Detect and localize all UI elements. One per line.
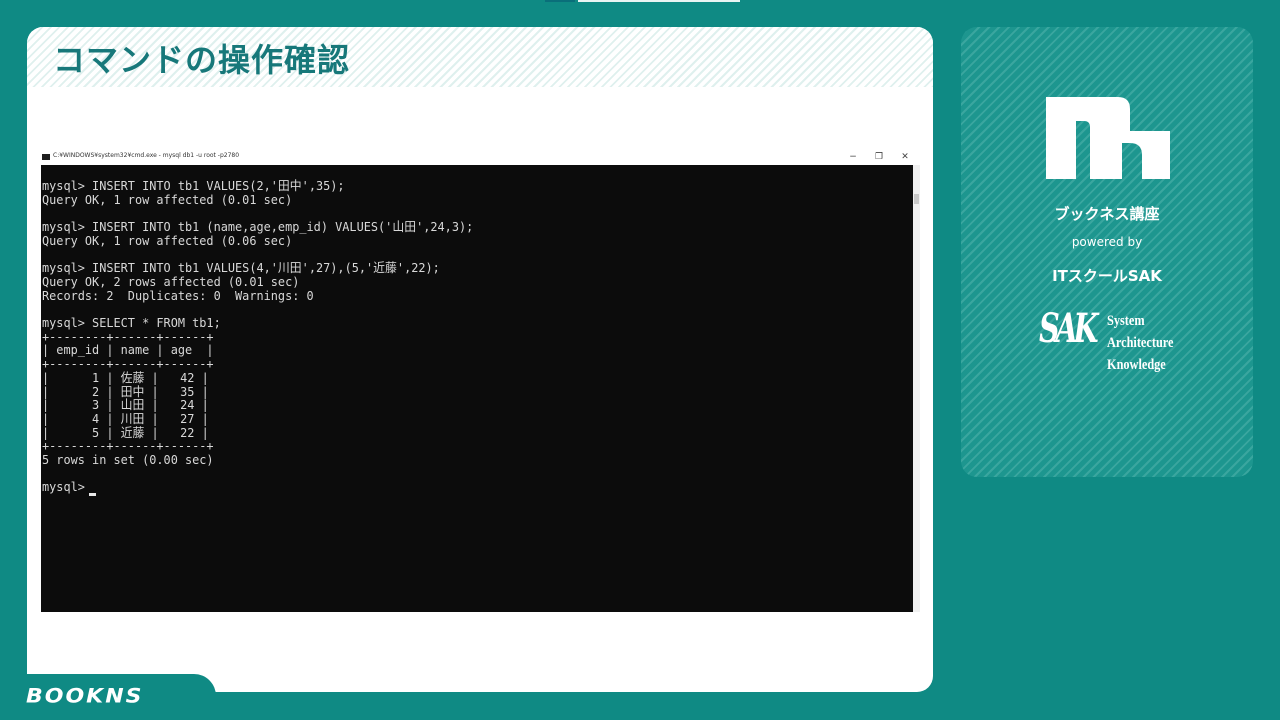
school-name: ITスクールSAK (1052, 267, 1162, 285)
top-accent-dark (545, 0, 575, 2)
cmd-window: C:¥WINDOWS¥system32¥cmd.exe - mysql db1 … (40, 150, 933, 613)
console-line: Query OK, 1 row affected (0.01 sec) (42, 191, 293, 207)
console-line: 5 rows in set (0.00 sec) (42, 452, 214, 467)
footer-logo: BOOKNS (26, 685, 144, 708)
course-name: ブックネス講座 (1054, 205, 1160, 223)
cmd-app-icon (42, 154, 50, 160)
maximize-button[interactable]: ❐ (866, 150, 892, 165)
close-button[interactable]: ✕ (892, 150, 918, 165)
top-accent-light (578, 0, 740, 2)
scrollbar-thumb[interactable] (914, 194, 919, 204)
powered-by-label: powered by (1071, 235, 1143, 249)
slide-title: コマンドの操作確認 (53, 41, 351, 79)
sak-line-architecture: Architecture (1107, 335, 1174, 351)
console-line: Records: 2 Duplicates: 0 Warnings: 0 (42, 287, 314, 303)
sak-letters: SAK (1039, 305, 1099, 352)
side-panel: ブックネス講座 powered by ITスクールSAK SAK System … (961, 27, 1253, 477)
brand-mark-icon (1046, 97, 1170, 179)
console-line: Query OK, 1 row affected (0.06 sec) (42, 232, 293, 248)
console-output[interactable]: mysql> INSERT INTO tb1 VALUES(2,'田中',35)… (41, 165, 913, 612)
slide-panel: コマンドの操作確認 C:¥WINDOWS¥system32¥cmd.exe - … (27, 27, 933, 692)
cmd-titlebar[interactable]: C:¥WINDOWS¥system32¥cmd.exe - mysql db1 … (40, 150, 920, 165)
console-scrollbar[interactable] (913, 165, 920, 612)
sak-line-knowledge: Knowledge (1107, 357, 1166, 373)
sak-logo: SAK System Architecture Knowledge (1039, 305, 1189, 389)
minimize-button[interactable]: − (840, 150, 866, 165)
sak-line-system: System (1107, 313, 1145, 329)
slide-title-bar: コマンドの操作確認 (27, 27, 933, 87)
console-line: mysql> (42, 479, 93, 495)
cmd-window-title: C:¥WINDOWS¥system32¥cmd.exe - mysql db1 … (53, 152, 240, 159)
